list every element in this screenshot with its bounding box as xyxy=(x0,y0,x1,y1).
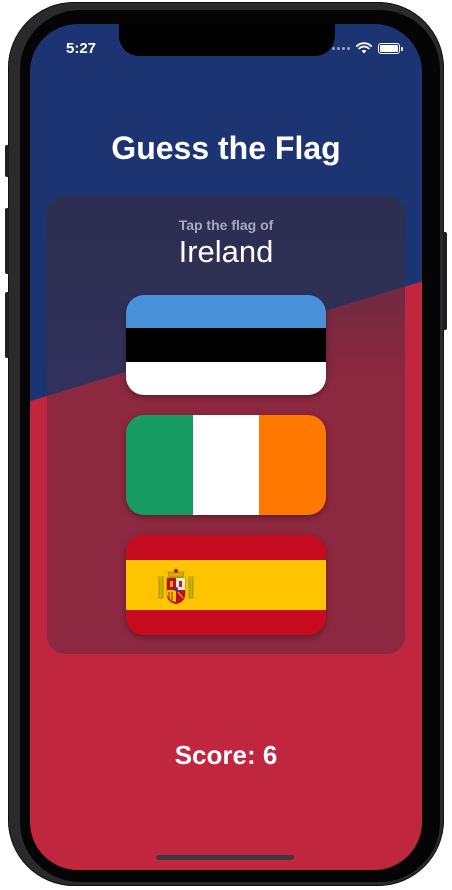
country-name: Ireland xyxy=(178,234,274,269)
flag-stripe xyxy=(126,295,326,329)
power-button xyxy=(443,232,447,330)
flag-stripe xyxy=(192,415,260,515)
flag-stripe xyxy=(259,415,326,515)
volume-down-button xyxy=(5,292,9,358)
flag-stripe xyxy=(126,328,326,362)
status-icons xyxy=(332,42,403,54)
coat-of-arms-icon xyxy=(158,569,194,605)
flag-button-spain[interactable] xyxy=(126,535,326,635)
score-label: Score: 6 xyxy=(174,740,278,770)
prompt-text: Tap the flag of xyxy=(178,217,274,233)
wifi-icon xyxy=(356,42,372,54)
flag-stripe xyxy=(126,415,193,515)
volume-up-button xyxy=(5,208,9,274)
flag-button-ireland[interactable] xyxy=(126,415,326,515)
flag-stripe xyxy=(126,610,326,635)
flag-button-estonia[interactable] xyxy=(126,295,326,395)
notch xyxy=(119,24,335,56)
page-title: Guess the Flag xyxy=(111,130,341,166)
home-indicator[interactable] xyxy=(156,855,294,860)
app-screen: 5:27 Guess the Flag Tap the flag of Irel… xyxy=(30,24,422,870)
flag-stripe xyxy=(126,535,326,560)
status-time: 5:27 xyxy=(66,40,97,57)
action-button xyxy=(5,145,9,177)
flag-stripe xyxy=(126,361,326,395)
battery-icon xyxy=(378,42,403,54)
question-card: Tap the flag of Ireland xyxy=(47,196,405,654)
cellular-dots-icon xyxy=(332,46,350,50)
